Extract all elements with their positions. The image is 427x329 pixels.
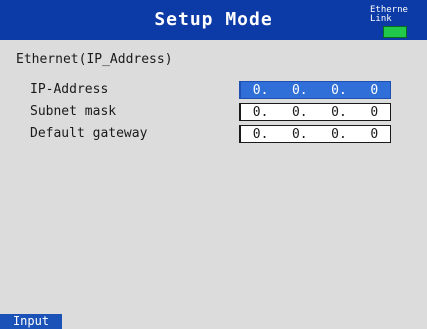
gateway-octet-2: 0. xyxy=(291,126,308,142)
ip-octet-1: 0. xyxy=(252,82,269,98)
ip-octet-3: 0. xyxy=(331,82,347,98)
ip-address-field[interactable]: 0. 0. 0. 0 xyxy=(239,81,391,99)
link-led-icon xyxy=(383,26,407,38)
gateway-octet-4: 0 xyxy=(370,126,379,142)
default-gateway-label: Default gateway xyxy=(30,126,148,141)
section-title: Ethernet(IP_Address) xyxy=(16,52,173,67)
ethernet-link-indicator: Etherne Link xyxy=(370,6,426,38)
input-softkey-button[interactable]: Input xyxy=(0,314,62,329)
subnet-octet-4: 0 xyxy=(370,104,379,120)
gateway-octet-3: 0. xyxy=(331,126,347,142)
ip-address-label: IP-Address xyxy=(30,82,109,97)
gateway-octet-1: 0. xyxy=(252,126,269,142)
title-bar: Setup Mode Etherne Link xyxy=(0,0,427,40)
ip-octet-2: 0. xyxy=(291,82,308,98)
subnet-octet-3: 0. xyxy=(331,104,347,120)
subnet-octet-1: 0. xyxy=(252,104,269,120)
subnet-octet-2: 0. xyxy=(291,104,308,120)
subnet-mask-field[interactable]: 0. 0. 0. 0 xyxy=(239,103,391,121)
default-gateway-field[interactable]: 0. 0. 0. 0 xyxy=(239,125,391,143)
subnet-mask-label: Subnet mask xyxy=(30,104,117,119)
ethernet-link-label: Etherne Link xyxy=(370,5,408,24)
ip-octet-4: 0 xyxy=(370,82,379,98)
page-title: Setup Mode xyxy=(154,9,273,30)
